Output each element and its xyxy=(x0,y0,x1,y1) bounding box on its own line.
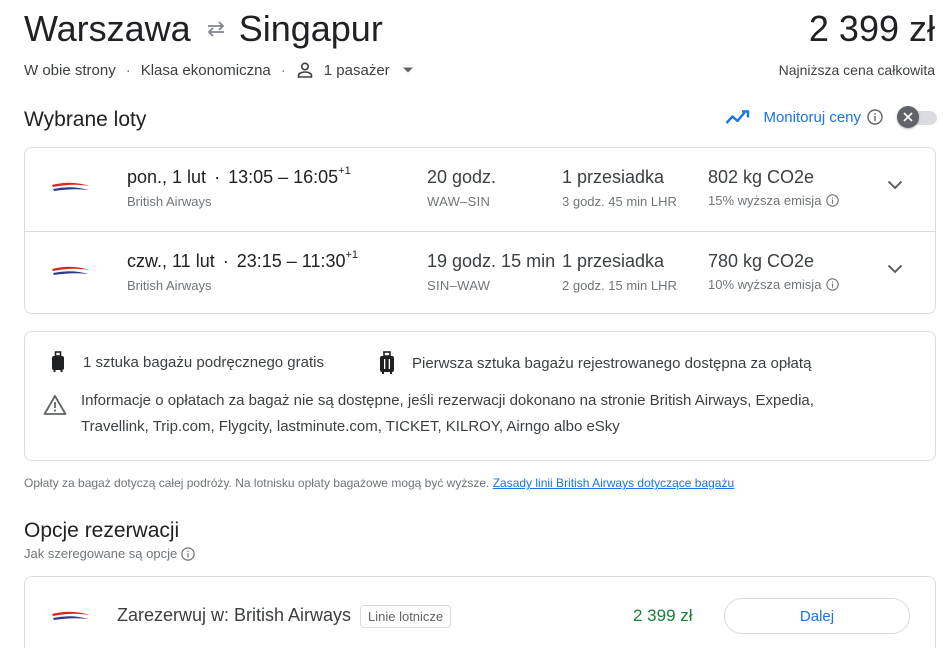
person-icon xyxy=(296,61,314,79)
baggage-info-card: 1 sztuka bagażu podręcznego gratis Pierw… xyxy=(24,331,936,461)
flight-date: czw., 11 lut xyxy=(127,251,215,271)
baggage-warning-text: Informacje o opłatach za bagaż nie są do… xyxy=(81,392,814,435)
emission-text: 10% wyższa emisja xyxy=(708,277,822,292)
close-icon xyxy=(897,106,919,128)
price-tracking: Monitoruj ceny xyxy=(725,106,937,128)
flight-date: pon., 1 lut xyxy=(127,167,207,187)
price-caption: Najniższa cena całkowita xyxy=(778,62,935,78)
separator-dot: · xyxy=(214,167,221,187)
carry-on-text: 1 sztuka bagażu podręcznego gratis xyxy=(83,353,324,371)
baggage-policy-link[interactable]: Zasady linii British Airways dotyczące b… xyxy=(493,476,734,490)
info-icon[interactable] xyxy=(826,194,840,207)
layover-info: 3 godz. 45 min LHR xyxy=(562,194,677,209)
checked-bag-icon xyxy=(376,351,398,375)
emission-text: 15% wyższa emisja xyxy=(708,193,822,208)
booking-options-title: Opcje rezerwacji xyxy=(24,519,180,542)
swap-arrows-icon[interactable] xyxy=(205,20,227,38)
stops-count: 1 przesiadka xyxy=(562,251,665,271)
booking-provider-label: Zarezerwuj w: British Airways xyxy=(117,605,352,625)
cabin-class-select[interactable]: Klasa ekonomiczna xyxy=(141,62,271,79)
british-airways-logo-icon xyxy=(51,265,91,277)
british-airways-logo-icon xyxy=(51,610,91,622)
separator-dot: · xyxy=(125,61,131,79)
passengers-select[interactable]: 1 pasażer xyxy=(324,62,390,79)
route-title: Warszawa Singapur xyxy=(24,8,383,50)
separator-dot: · xyxy=(222,251,229,271)
chevron-down-icon[interactable] xyxy=(887,264,903,274)
airline-name: British Airways xyxy=(127,278,212,293)
depart-time: 13:05 xyxy=(228,167,274,187)
layover-info: 2 godz. 15 min LHR xyxy=(562,278,677,293)
info-icon[interactable] xyxy=(826,278,840,291)
arrive-time: 16:05 xyxy=(293,167,339,187)
depart-time: 23:15 xyxy=(236,251,282,271)
ranking-info-text: Jak szeregowane są opcje xyxy=(24,546,178,561)
flight-route: SIN–WAW xyxy=(427,278,491,293)
emission-comparison: 10% wyższa emisja xyxy=(708,277,840,292)
info-icon[interactable] xyxy=(181,546,195,561)
british-airways-logo-icon xyxy=(51,181,91,193)
stops-count: 1 przesiadka xyxy=(562,167,665,187)
destination-city: Singapur xyxy=(238,8,383,49)
trip-options: W obie strony · Klasa ekonomiczna · 1 pa… xyxy=(24,61,414,79)
carry-on-bag-icon xyxy=(47,351,69,373)
flight-date-time: pon., 1 lut · 13:05 – 16:05+1 xyxy=(127,165,351,187)
info-icon[interactable] xyxy=(867,109,883,125)
airline-name: British Airways xyxy=(127,194,212,209)
origin-city: Warszawa xyxy=(24,8,191,49)
co2-emissions: 780 kg CO2e xyxy=(708,251,815,271)
arrive-time: 11:30 xyxy=(301,251,346,271)
flight-date-time: czw., 11 lut · 23:15 – 11:30+1 xyxy=(127,249,359,271)
baggage-note-text: Opłaty za bagaż dotyczą całej podróży. N… xyxy=(24,476,490,490)
airline-badge: Linie lotnicze xyxy=(360,605,452,628)
flight-route: WAW–SIN xyxy=(427,194,491,209)
total-price: 2 399 zł xyxy=(808,8,935,49)
ranking-info[interactable]: Jak szeregowane są opcje xyxy=(24,546,195,561)
chevron-down-icon[interactable] xyxy=(887,180,903,190)
flight-row-outbound[interactable]: pon., 1 lut · 13:05 – 16:05+1 British Airw… xyxy=(25,148,935,231)
day-offset: +1 xyxy=(338,165,351,177)
flight-duration: 19 godz. 15 min xyxy=(427,251,556,271)
monitor-prices-label[interactable]: Monitoruj ceny xyxy=(763,109,861,126)
price-tracking-toggle[interactable] xyxy=(897,106,937,128)
separator-dot: · xyxy=(280,61,286,79)
flight-duration: 20 godz. xyxy=(427,167,497,187)
baggage-warning: Informacje o opłatach za bagaż nie są do… xyxy=(43,392,881,440)
warning-triangle-icon xyxy=(43,394,67,440)
selected-flights-card: pon., 1 lut · 13:05 – 16:05+1 British Airw… xyxy=(24,147,936,314)
flight-row-return[interactable]: czw., 11 lut · 23:15 – 11:30+1 British Air… xyxy=(25,231,935,314)
baggage-note: Opłaty za bagaż dotyczą całej podróży. N… xyxy=(24,476,734,490)
selected-flights-title: Wybrane loty xyxy=(24,108,147,131)
continue-button[interactable]: Dalej xyxy=(724,598,910,634)
checked-bag-info: Pierwsza sztuka bagażu rejestrowanego do… xyxy=(376,351,811,375)
trip-type-select[interactable]: W obie strony xyxy=(24,62,116,79)
carry-on-info: 1 sztuka bagażu podręcznego gratis xyxy=(47,351,324,373)
co2-emissions: 802 kg CO2e xyxy=(708,167,815,187)
day-offset: +1 xyxy=(345,249,359,261)
caret-down-icon[interactable] xyxy=(402,66,414,74)
trip-header: Warszawa Singapur 2 399 zł W obie strony… xyxy=(24,6,935,98)
emission-comparison: 15% wyższa emisja xyxy=(708,193,840,208)
trending-line-icon xyxy=(725,109,751,125)
checked-bag-text: Pierwsza sztuka bagażu rejestrowanego do… xyxy=(412,354,812,372)
booking-price: 2 399 zł xyxy=(633,606,693,625)
booking-option-card: Zarezerwuj w: British Airways Linie lotn… xyxy=(24,576,936,648)
